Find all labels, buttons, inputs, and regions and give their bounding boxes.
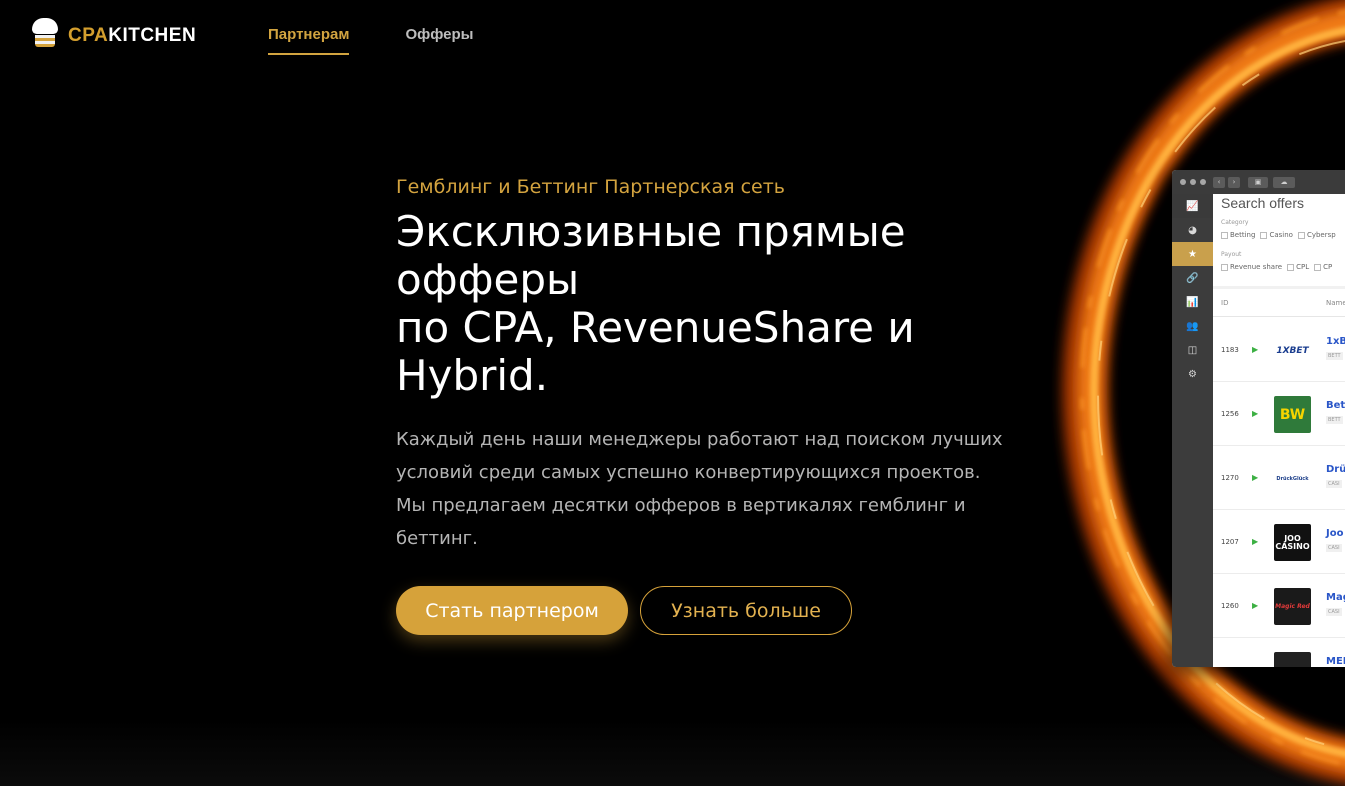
logo-text: CPAKITCHEN (68, 25, 196, 47)
headline-line: Hybrid. (396, 351, 549, 400)
forward-icon: › (1228, 176, 1240, 188)
payout-label: Payout (1221, 251, 1242, 258)
offer-name[interactable]: Drü (1326, 464, 1345, 475)
table-header: ID Name (1213, 287, 1345, 317)
logo-cpa: CPA (68, 24, 109, 46)
back-icon: ‹ (1213, 176, 1225, 188)
category-checkbox[interactable]: Casino (1260, 231, 1293, 239)
play-icon[interactable]: ▶ (1252, 665, 1258, 667)
brand-logo: DrückGlück (1276, 475, 1309, 482)
hero-headline: Эксклюзивные прямые офферы по CPA, Reven… (396, 208, 1016, 400)
brand-logo: Magic Red (1274, 588, 1311, 625)
brand-logo: BW (1274, 396, 1311, 433)
users-icon: 👥 (1186, 320, 1199, 332)
app-preview-window: ‹ › ▣ ☁ 📈 ◕ ★ 🔗 📊 👥 ◫ ⚙ Search offers Ca… (1172, 170, 1345, 667)
table-row[interactable]: 1255 ▶ MELBET MEL (1213, 638, 1345, 667)
category-label: Category (1221, 219, 1249, 226)
brand-logo: MELBET (1274, 652, 1311, 667)
brand-logo: 1XBET (1276, 345, 1309, 356)
description-line: условий среди самых успешно конвертирующ… (396, 462, 981, 483)
learn-more-button[interactable]: Узнать больше (640, 586, 852, 635)
brand-logo: JOO CASINO (1274, 524, 1311, 561)
star-icon: ★ (1172, 242, 1213, 266)
payout-checkbox[interactable]: CP (1314, 263, 1332, 271)
description-line: Мы предлагаем десятки офферов в вертикал… (396, 495, 966, 549)
offer-name[interactable]: 1xB (1326, 336, 1345, 347)
description-line: Каждый день наши менеджеры работают над … (396, 429, 1003, 450)
category-checkbox[interactable]: Cybersp (1298, 231, 1336, 239)
ad-icon: ◫ (1187, 344, 1198, 356)
app-body: 📈 ◕ ★ 🔗 📊 👥 ◫ ⚙ Search offers Category B… (1172, 194, 1345, 667)
app-sidebar: 📈 ◕ ★ 🔗 📊 👥 ◫ ⚙ (1172, 194, 1213, 667)
column-name: Name (1326, 299, 1345, 307)
play-icon[interactable]: ▶ (1252, 601, 1258, 610)
logo[interactable]: CPAKITCHEN (30, 18, 196, 48)
offer-id: 1260 (1221, 602, 1239, 610)
offer-id: 1270 (1221, 474, 1239, 482)
sidebar-toggle-icon: ▣ (1248, 176, 1268, 188)
hero-section: Гемблинг и Беттинг Партнерская сеть Экск… (396, 174, 1016, 635)
become-partner-button[interactable]: Стать партнером (396, 586, 628, 635)
payout-filters: Revenue share CPL CP (1221, 263, 1337, 271)
stats-icon: 📊 (1186, 296, 1199, 308)
offer-tag: BETT (1326, 416, 1343, 424)
hero-subtitle: Гемблинг и Беттинг Партнерская сеть (396, 176, 785, 198)
main-nav: Партнерам Офферы (268, 26, 530, 55)
nav-item-offers[interactable]: Офферы (405, 26, 473, 55)
offer-id: 1256 (1221, 410, 1239, 418)
cloud-icon: ☁ (1273, 176, 1295, 188)
offer-id: 1183 (1221, 346, 1239, 354)
table-row[interactable]: 1270 ▶ DrückGlück Drü CASI (1213, 446, 1345, 510)
hero-buttons: Стать партнером Узнать больше (396, 586, 1016, 635)
headline-line: Эксклюзивные прямые (396, 207, 906, 256)
offer-name[interactable]: Mag (1326, 592, 1345, 603)
settings-icon: ⚙ (1188, 368, 1197, 380)
offer-tag: BETT (1326, 352, 1343, 360)
play-icon[interactable]: ▶ (1252, 409, 1258, 418)
window-zoom-dot (1200, 179, 1206, 185)
table-row[interactable]: 1183 ▶ 1XBET 1xB BETT (1213, 318, 1345, 382)
offer-id: 1255 (1221, 666, 1239, 667)
search-offers-title: Search offers (1221, 195, 1305, 211)
app-main: Search offers Category Betting Casino Cy… (1213, 194, 1345, 667)
link-icon: 🔗 (1186, 272, 1199, 284)
offer-tag: CASI (1326, 608, 1342, 616)
offer-id: 1207 (1221, 538, 1239, 546)
chart-logo-icon: 📈 (1172, 194, 1213, 218)
offer-name[interactable]: MEL (1326, 656, 1345, 667)
payout-checkbox[interactable]: Revenue share (1221, 263, 1282, 271)
play-icon[interactable]: ▶ (1252, 345, 1258, 354)
table-row[interactable]: 1260 ▶ Magic Red Mag CASI (1213, 574, 1345, 638)
hero-description: Каждый день наши менеджеры работают над … (396, 423, 1016, 555)
window-titlebar: ‹ › ▣ ☁ (1172, 170, 1345, 194)
offer-tag: CASI (1326, 480, 1342, 488)
play-icon[interactable]: ▶ (1252, 473, 1258, 482)
table-row[interactable]: 1207 ▶ JOO CASINO Joo CASI (1213, 510, 1345, 574)
offer-tag: CASI (1326, 544, 1342, 552)
category-filters: Betting Casino Cybersp (1221, 231, 1341, 239)
category-checkbox[interactable]: Betting (1221, 231, 1255, 239)
column-id: ID (1221, 299, 1229, 307)
table-row[interactable]: 1256 ▶ BW Bet BETT (1213, 382, 1345, 446)
payout-checkbox[interactable]: CPL (1287, 263, 1309, 271)
offer-name[interactable]: Joo (1326, 528, 1343, 539)
dashboard-icon: ◕ (1188, 224, 1197, 236)
window-close-dot (1180, 179, 1186, 185)
window-minimize-dot (1190, 179, 1196, 185)
logo-kitchen: KITCHEN (108, 24, 197, 46)
headline-line: по CPA, RevenueShare и (396, 303, 915, 352)
nav-item-partners[interactable]: Партнерам (268, 26, 350, 55)
offer-name[interactable]: Bet (1326, 400, 1345, 411)
play-icon[interactable]: ▶ (1252, 537, 1258, 546)
chef-hat-icon (30, 18, 60, 48)
headline-line: офферы (396, 255, 580, 304)
